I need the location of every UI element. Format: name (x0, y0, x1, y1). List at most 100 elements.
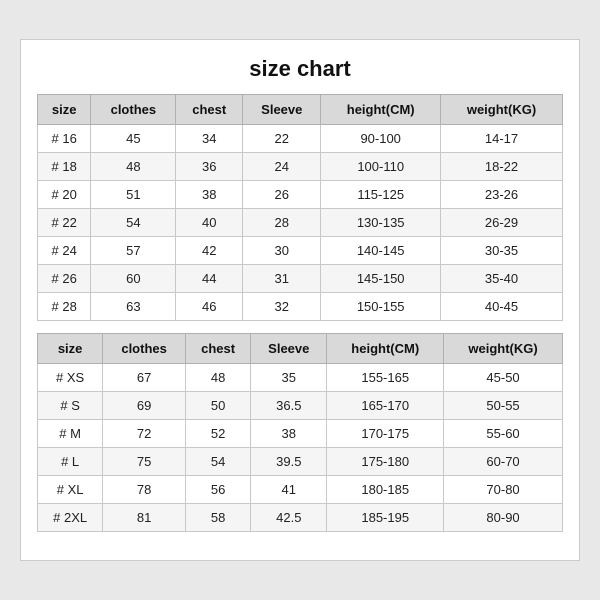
table-cell: # L (38, 448, 103, 476)
table-row: # 18483624100-11018-22 (38, 153, 563, 181)
table-cell: # 22 (38, 209, 91, 237)
table1-col-weight: weight(KG) (441, 95, 563, 125)
table-row: # 28634632150-15540-45 (38, 293, 563, 321)
table-row: # 22544028130-13526-29 (38, 209, 563, 237)
table-cell: 26-29 (441, 209, 563, 237)
table-cell: # 18 (38, 153, 91, 181)
table-cell: 30 (243, 237, 321, 265)
size-table-2: size clothes chest Sleeve height(CM) wei… (37, 333, 563, 532)
table1-col-size: size (38, 95, 91, 125)
table-cell: 14-17 (441, 125, 563, 153)
table-row: # 20513826115-12523-26 (38, 181, 563, 209)
table-cell: 51 (91, 181, 176, 209)
table-cell: 69 (103, 392, 186, 420)
table-cell: 145-150 (321, 265, 441, 293)
table-cell: 60-70 (444, 448, 563, 476)
table-cell: 26 (243, 181, 321, 209)
table-cell: 52 (185, 420, 250, 448)
table-cell: 58 (185, 504, 250, 532)
table-cell: 45-50 (444, 364, 563, 392)
table-cell: 150-155 (321, 293, 441, 321)
table-cell: # 28 (38, 293, 91, 321)
table2-col-weight: weight(KG) (444, 334, 563, 364)
table-cell: 28 (243, 209, 321, 237)
table-cell: 38 (251, 420, 327, 448)
table-cell: 72 (103, 420, 186, 448)
table-cell: # 20 (38, 181, 91, 209)
page-title: size chart (37, 56, 563, 82)
table-cell: # M (38, 420, 103, 448)
table-cell: 36.5 (251, 392, 327, 420)
table-cell: 40-45 (441, 293, 563, 321)
table-cell: # 24 (38, 237, 91, 265)
table-cell: 67 (103, 364, 186, 392)
table-cell: 55-60 (444, 420, 563, 448)
table-cell: 22 (243, 125, 321, 153)
table-cell: 90-100 (321, 125, 441, 153)
table-cell: 80-90 (444, 504, 563, 532)
table-cell: 39.5 (251, 448, 327, 476)
table-cell: 54 (185, 448, 250, 476)
table-cell: 180-185 (327, 476, 444, 504)
table-cell: 60 (91, 265, 176, 293)
table-cell: 30-35 (441, 237, 563, 265)
table-cell: 42 (176, 237, 243, 265)
table-cell: # XS (38, 364, 103, 392)
size-chart-card: size chart size clothes chest Sleeve hei… (20, 39, 580, 561)
table-cell: 31 (243, 265, 321, 293)
table-row: # XS674835155-16545-50 (38, 364, 563, 392)
table-row: # L755439.5175-18060-70 (38, 448, 563, 476)
table-row: # 26604431145-15035-40 (38, 265, 563, 293)
table-cell: 70-80 (444, 476, 563, 504)
table-cell: 44 (176, 265, 243, 293)
table-cell: # S (38, 392, 103, 420)
table-cell: 63 (91, 293, 176, 321)
table-cell: 42.5 (251, 504, 327, 532)
table-cell: 165-170 (327, 392, 444, 420)
table-cell: 35-40 (441, 265, 563, 293)
table-cell: 50 (185, 392, 250, 420)
table1-header-row: size clothes chest Sleeve height(CM) wei… (38, 95, 563, 125)
size-table-1: size clothes chest Sleeve height(CM) wei… (37, 94, 563, 321)
table-row: # XL785641180-18570-80 (38, 476, 563, 504)
table-cell: # 2XL (38, 504, 103, 532)
table-cell: 38 (176, 181, 243, 209)
table1-col-chest: chest (176, 95, 243, 125)
table-cell: 18-22 (441, 153, 563, 181)
table-cell: 48 (91, 153, 176, 181)
table-cell: 35 (251, 364, 327, 392)
table-cell: 140-145 (321, 237, 441, 265)
table2-col-sleeve: Sleeve (251, 334, 327, 364)
table-cell: 56 (185, 476, 250, 504)
table-cell: 45 (91, 125, 176, 153)
table-cell: # 16 (38, 125, 91, 153)
table-cell: 115-125 (321, 181, 441, 209)
table-row: # 24574230140-14530-35 (38, 237, 563, 265)
table-cell: 57 (91, 237, 176, 265)
table-row: # 2XL815842.5185-19580-90 (38, 504, 563, 532)
table2-col-size: size (38, 334, 103, 364)
table-cell: 78 (103, 476, 186, 504)
table-cell: 41 (251, 476, 327, 504)
table-row: # M725238170-17555-60 (38, 420, 563, 448)
table-cell: 24 (243, 153, 321, 181)
table-cell: 100-110 (321, 153, 441, 181)
table-cell: 32 (243, 293, 321, 321)
table-cell: 34 (176, 125, 243, 153)
table1-col-clothes: clothes (91, 95, 176, 125)
table-cell: 170-175 (327, 420, 444, 448)
table-row: # 1645342290-10014-17 (38, 125, 563, 153)
table-cell: 130-135 (321, 209, 441, 237)
table-cell: # XL (38, 476, 103, 504)
table-cell: 155-165 (327, 364, 444, 392)
table-cell: 54 (91, 209, 176, 237)
table-row: # S695036.5165-17050-55 (38, 392, 563, 420)
table-cell: 40 (176, 209, 243, 237)
table-cell: 46 (176, 293, 243, 321)
table1-col-sleeve: Sleeve (243, 95, 321, 125)
table-cell: 185-195 (327, 504, 444, 532)
table-cell: # 26 (38, 265, 91, 293)
table1-col-height: height(CM) (321, 95, 441, 125)
table-cell: 175-180 (327, 448, 444, 476)
table-cell: 23-26 (441, 181, 563, 209)
